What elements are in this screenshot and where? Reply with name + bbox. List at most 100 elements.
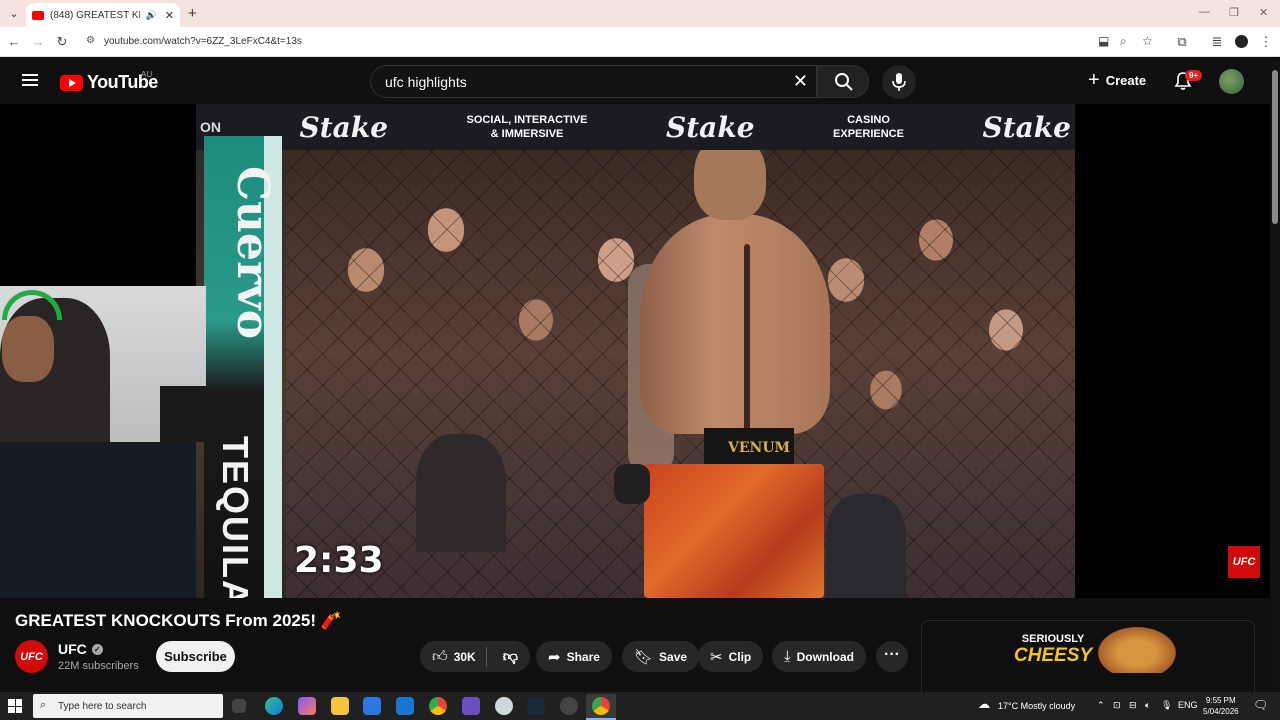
windows-start-icon[interactable]	[8, 699, 22, 713]
new-tab-plus-icon[interactable]: +	[188, 5, 197, 22]
taskbar-search-box[interactable]: ⌕ Type here to search	[33, 694, 223, 718]
language-indicator[interactable]: ENG	[1178, 700, 1198, 710]
address-bar[interactable]: ⚙ youtube.com/watch?v=6ZZ_3LeFxC4&t=13s …	[80, 31, 1175, 53]
tab-search-chevron-icon[interactable]: ⌄	[6, 6, 22, 22]
window-close-icon[interactable]: ✕	[1259, 6, 1268, 19]
save-button[interactable]: 🔖︎ Save	[622, 641, 700, 672]
like-button[interactable]: 👍︎ 30K	[420, 646, 487, 667]
fighter-shorts	[644, 464, 824, 598]
clip-button[interactable]: ✂ Clip	[698, 641, 764, 672]
app-icon[interactable]	[462, 697, 480, 715]
youtube-logo[interactable]: YouTube AU	[60, 70, 158, 93]
clip-label: Clip	[728, 649, 752, 664]
tab-audio-icon[interactable]: 🔊	[146, 10, 157, 21]
browser-toolbar: ← → ↻ ⚙ youtube.com/watch?v=6ZZ_3LeFxC4&…	[0, 27, 1280, 57]
plus-icon: +	[1088, 69, 1100, 91]
site-info-icon[interactable]: ⚙	[86, 35, 95, 46]
minimize-icon[interactable]: —	[1199, 6, 1210, 18]
notification-badge: 9+	[1185, 70, 1203, 81]
tray-chevron-icon[interactable]: ⌃	[1097, 700, 1105, 711]
bookmark-star-icon[interactable]: ☆	[1142, 34, 1153, 48]
file-explorer-icon[interactable]	[331, 697, 349, 715]
hamburger-menu-icon[interactable]	[22, 74, 38, 86]
like-dislike-group: 👍︎ 30K 👎︎	[420, 641, 530, 672]
install-app-icon[interactable]: ⬓	[1098, 34, 1109, 48]
channel-name[interactable]: UFC	[58, 641, 87, 657]
obs-icon[interactable]	[560, 697, 578, 715]
more-actions-icon[interactable]: ···	[876, 641, 908, 672]
voice-search-button[interactable]	[882, 65, 916, 99]
back-arrow-icon[interactable]: ←	[6, 34, 22, 50]
download-button[interactable]: ⤓ Download	[772, 641, 866, 672]
cage-post-sponsor: Cuervo TEQUILA	[204, 136, 282, 598]
verified-check-icon: ✓	[91, 643, 103, 655]
browser-tab[interactable]: (848) GREATEST KNOCKOUTS From 2025! - Yo…	[26, 3, 180, 27]
weather-icon[interactable]: ☁	[978, 697, 990, 711]
weather-text[interactable]: 17°C Mostly cloudy	[998, 701, 1075, 711]
store-icon[interactable]	[363, 697, 381, 715]
fight-clock: 2:33	[294, 540, 384, 581]
banner-promo-1: SOCIAL, INTERACTIVE & IMMERSIVE	[466, 114, 588, 140]
clear-search-icon[interactable]: ✕	[793, 71, 808, 92]
tab-close-icon[interactable]: ✕	[165, 9, 174, 22]
mail-icon[interactable]	[396, 697, 414, 715]
tequila-text: TEQUILA	[215, 436, 256, 598]
shorts-brand: VENUM	[728, 440, 791, 456]
account-avatar[interactable]	[1219, 69, 1244, 94]
task-view-icon[interactable]	[232, 699, 246, 713]
overlay-panel	[0, 442, 196, 598]
notification-center-icon[interactable]: 🗨︎	[1253, 698, 1268, 712]
tray-app-icon[interactable]: ⊡	[1113, 700, 1121, 711]
sponsor-banner: ON Stake SOCIAL, INTERACTIVE & IMMERSIVE …	[196, 104, 1075, 150]
scissors-icon: ✂	[710, 648, 723, 666]
forward-arrow-icon[interactable]: →	[30, 34, 46, 50]
download-label: Download	[796, 649, 854, 664]
url-text[interactable]: youtube.com/watch?v=6ZZ_3LeFxC4&t=13s	[104, 36, 302, 47]
app-icon[interactable]	[495, 697, 513, 715]
video-player[interactable]: VENUM ON Stake SOCIAL, INTERACTIVE & IMME…	[0, 104, 1270, 598]
search-input[interactable]: ufc highlights ✕	[370, 65, 817, 98]
youtube-header: YouTube AU ufc highlights ✕ + Create 9+	[0, 58, 1270, 104]
photographer-figure	[416, 434, 506, 552]
taskbar-clock[interactable]: 9:55 PM 5/04/2026	[1203, 695, 1239, 717]
zoom-icon[interactable]: ⌕	[1120, 34, 1127, 49]
extensions-icon[interactable]: ⧉	[1174, 34, 1190, 50]
country-code: AU	[141, 70, 153, 79]
thumbs-up-icon: 👍︎	[432, 647, 448, 665]
search-query-text[interactable]: ufc highlights	[385, 74, 467, 90]
reload-icon[interactable]: ↻	[54, 34, 70, 50]
share-button[interactable]: ➦ Share	[536, 641, 612, 672]
active-chrome-window[interactable]	[586, 694, 616, 720]
save-label: Save	[659, 649, 688, 664]
stake-logo: Stake	[982, 110, 1071, 144]
video-frame[interactable]: VENUM ON Stake SOCIAL, INTERACTIVE & IMME…	[196, 104, 1075, 598]
subscriber-count: 22M subscribers	[58, 660, 139, 672]
chrome-icon[interactable]	[429, 697, 447, 715]
channel-avatar[interactable]: UFC	[15, 640, 48, 673]
tab-title: (848) GREATEST KNOCKOUTS From 2025! - Yo…	[50, 9, 140, 21]
search-button[interactable]	[817, 65, 869, 98]
steam-icon[interactable]	[527, 697, 545, 715]
edge-browser-icon[interactable]	[265, 697, 283, 715]
fighter-back	[640, 214, 830, 434]
dislike-button[interactable]: 👎︎	[493, 648, 528, 666]
restore-icon[interactable]: ❐	[1229, 6, 1239, 19]
browser-tab-strip: ⌄ (848) GREATEST KNOCKOUTS From 2025! - …	[0, 0, 1280, 27]
thumbs-down-icon: 👎︎	[502, 647, 518, 665]
copilot-icon[interactable]	[298, 697, 316, 715]
media-controls-icon[interactable]: ≣	[1209, 34, 1225, 50]
browser-menu-icon[interactable]: ⋮	[1258, 34, 1274, 50]
page-scrollbar[interactable]	[1270, 58, 1280, 692]
sidebar-ad[interactable]: SERIOUSLY CHEESY	[921, 620, 1255, 700]
like-count: 30K	[453, 649, 476, 664]
banner-promo-2: CASINO EXPERIENCE	[833, 114, 904, 140]
browser-profile-avatar[interactable]	[1235, 35, 1248, 48]
ad-headline: SERIOUSLY CHEESY	[1014, 633, 1093, 666]
subscribe-button[interactable]: Subscribe	[156, 641, 235, 672]
volume-icon[interactable]: 🔈︎	[1145, 700, 1150, 711]
channel-name-row[interactable]: UFC ✓	[58, 641, 103, 657]
create-button[interactable]: + Create	[1088, 69, 1146, 91]
microphone-tray-icon[interactable]: 🎙︎	[1161, 700, 1172, 711]
network-icon[interactable]: ⊟	[1129, 700, 1137, 711]
scrollbar-thumb[interactable]	[1272, 70, 1278, 224]
